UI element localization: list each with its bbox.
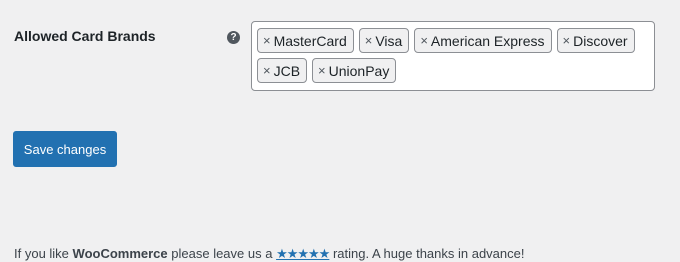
help-icon[interactable]: ? bbox=[227, 31, 240, 44]
footer-middle: please leave us a bbox=[167, 246, 277, 261]
footer-rating-message: If you like WooCommerce please leave us … bbox=[14, 246, 524, 262]
chip-mastercard: × MasterCard bbox=[257, 28, 354, 53]
remove-mastercard-icon[interactable]: × bbox=[263, 34, 271, 47]
chip-label: Discover bbox=[573, 32, 628, 49]
chip-jcb: × JCB bbox=[257, 58, 308, 83]
rating-stars-link[interactable]: ★★★★★ bbox=[276, 246, 330, 261]
chip-label: Visa bbox=[375, 32, 403, 49]
save-changes-button[interactable]: Save changes bbox=[13, 131, 117, 167]
remove-american-express-icon[interactable]: × bbox=[420, 34, 428, 47]
remove-discover-icon[interactable]: × bbox=[563, 34, 571, 47]
chip-discover: × Discover bbox=[556, 28, 635, 53]
footer-brand: WooCommerce bbox=[72, 246, 168, 261]
footer-suffix: rating. A huge thanks in advance! bbox=[329, 246, 525, 261]
remove-jcb-icon[interactable]: × bbox=[263, 64, 271, 77]
chip-label: American Express bbox=[430, 32, 545, 49]
chip-unionpay: × UnionPay bbox=[312, 58, 397, 83]
selected-chips: × MasterCard × Visa × American Express ×… bbox=[257, 28, 651, 83]
remove-visa-icon[interactable]: × bbox=[365, 34, 373, 47]
card-brands-multiselect[interactable]: × MasterCard × Visa × American Express ×… bbox=[251, 21, 655, 91]
chip-label: MasterCard bbox=[273, 32, 347, 49]
remove-unionpay-icon[interactable]: × bbox=[318, 64, 326, 77]
footer-prefix: If you like bbox=[14, 246, 73, 261]
allowed-card-brands-label: Allowed Card Brands bbox=[14, 28, 156, 44]
chip-label: UnionPay bbox=[328, 62, 390, 79]
chip-american-express: × American Express bbox=[414, 28, 552, 53]
chip-visa: × Visa bbox=[358, 28, 410, 53]
chip-label: JCB bbox=[273, 62, 301, 79]
